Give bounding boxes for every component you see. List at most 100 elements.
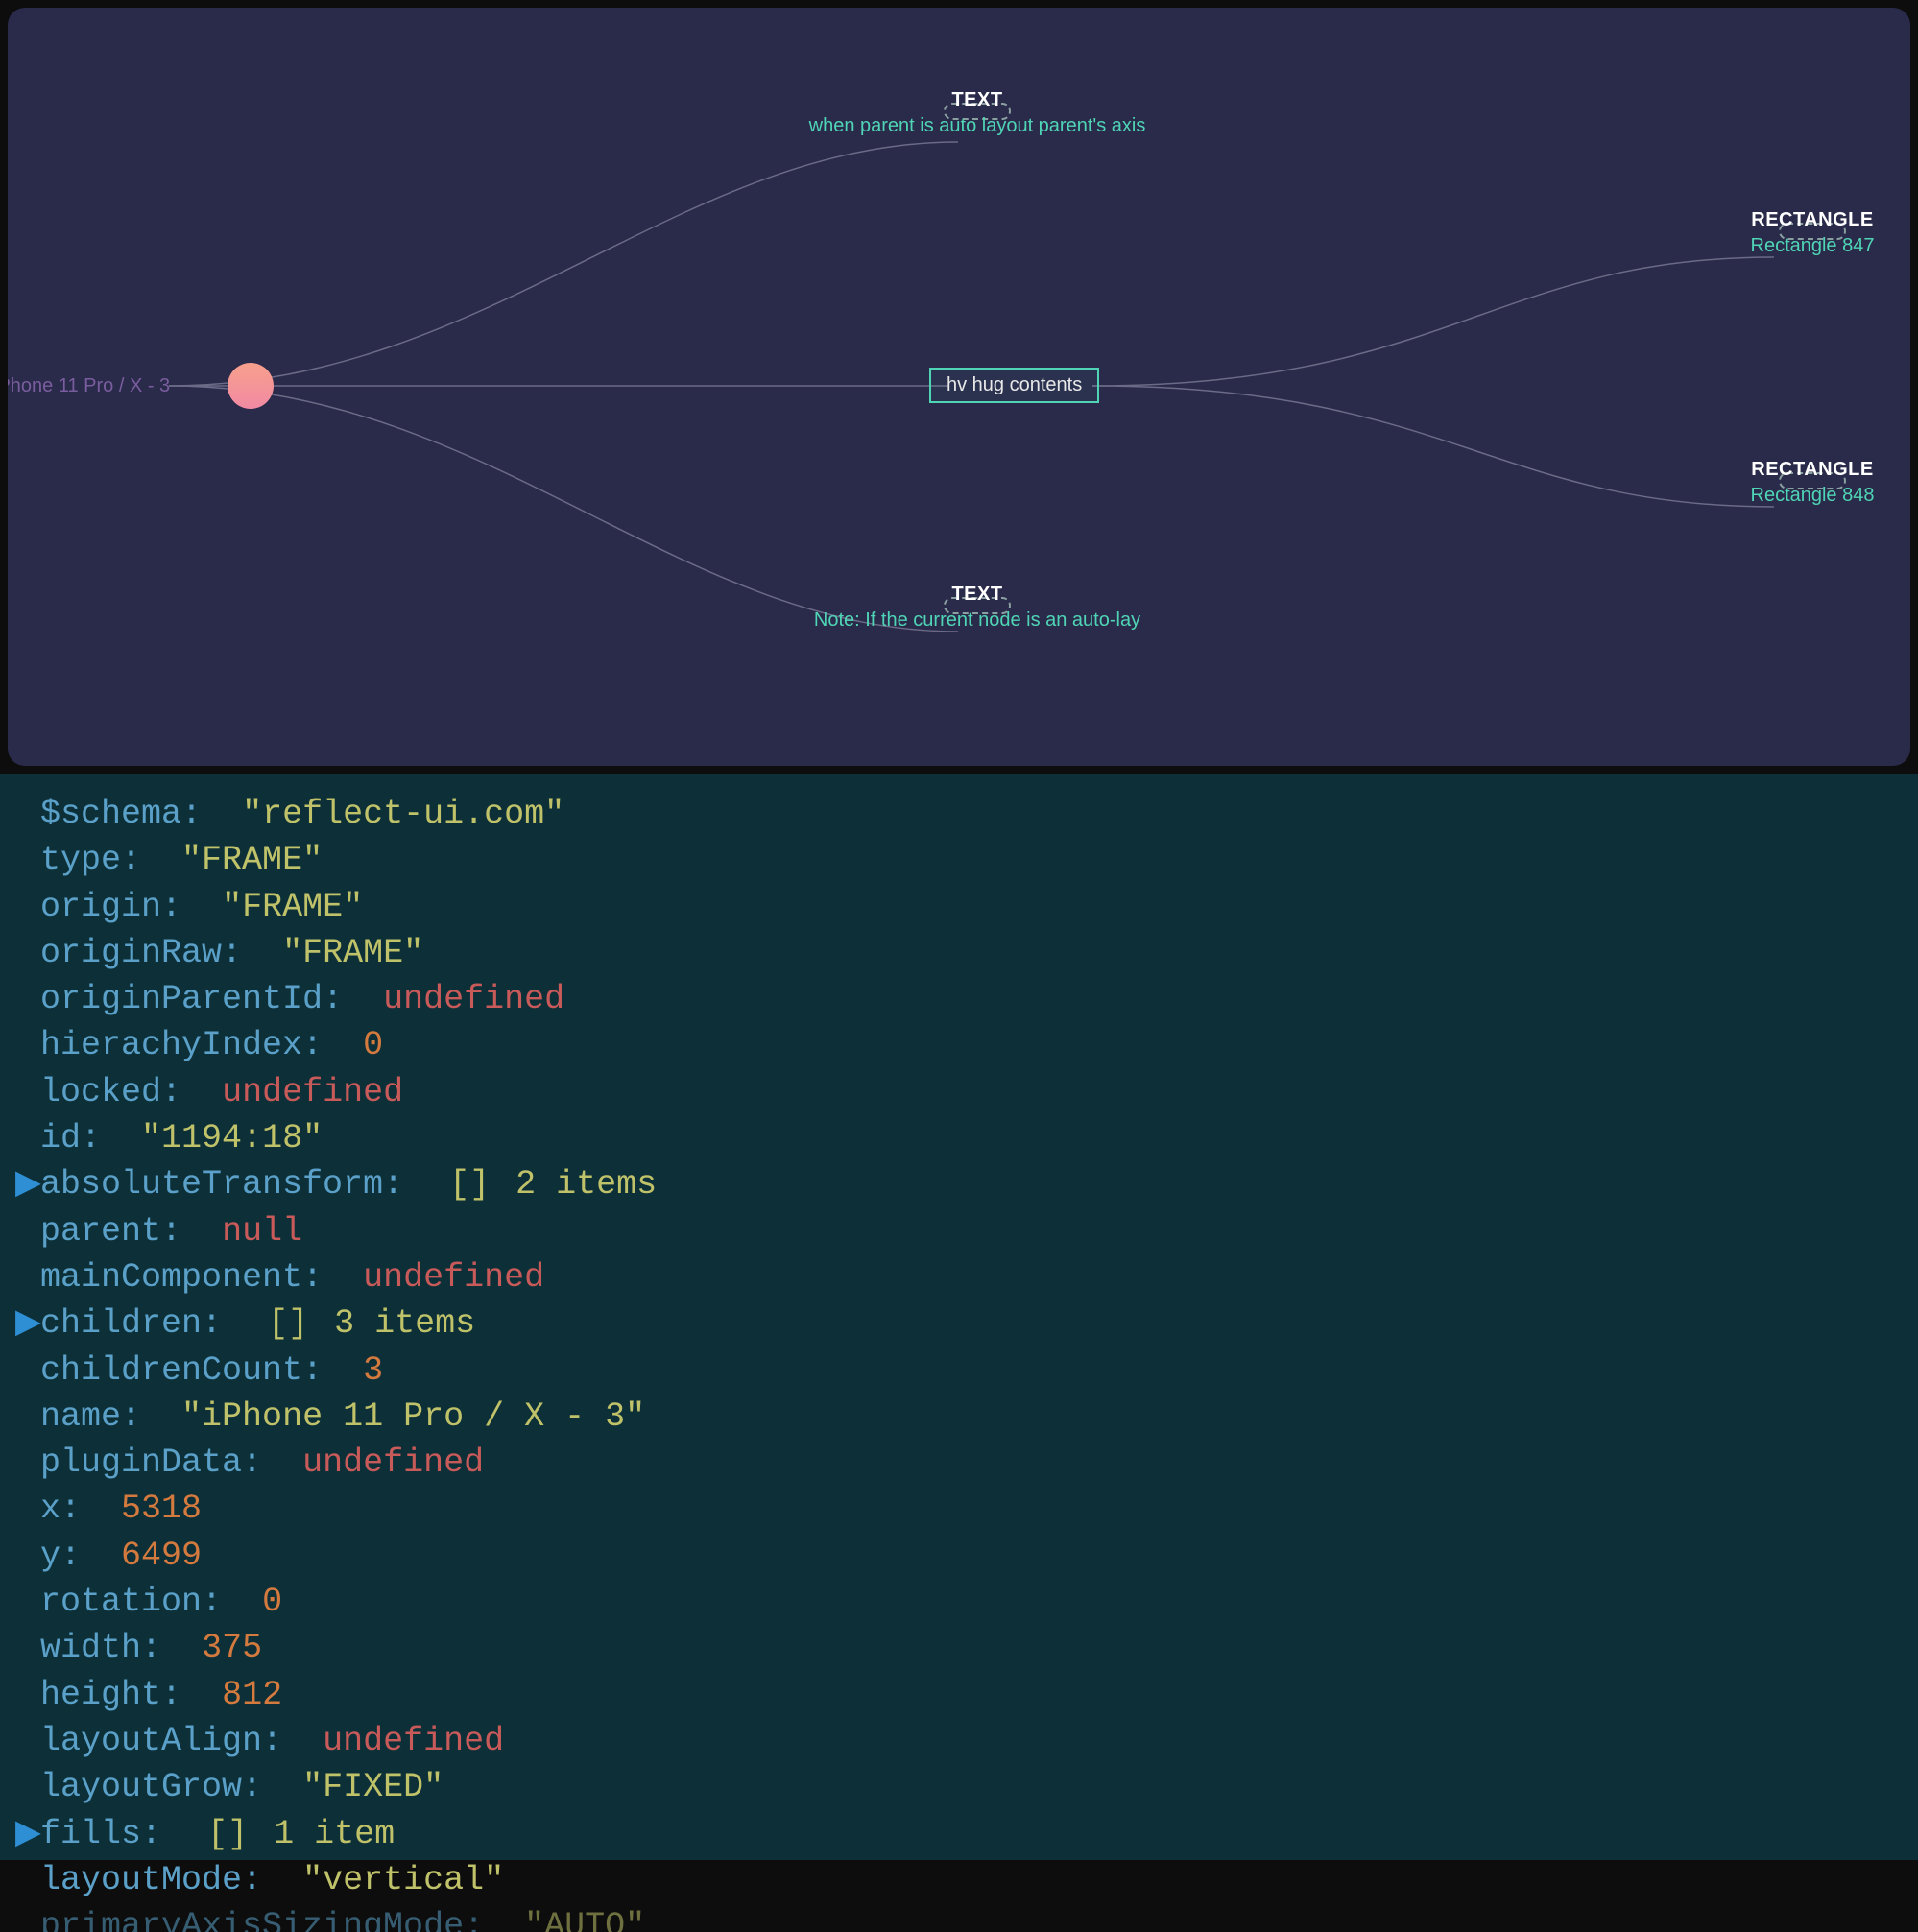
inspector-row[interactable]: ▶children: [] 3 items [15,1300,1903,1347]
inspector-row[interactable]: height: 812 [15,1672,1903,1718]
prop-value: "iPhone 11 Pro / X - 3" [181,1397,645,1436]
colon: : [383,1165,403,1204]
inspector-row[interactable]: layoutMode: "vertical" [15,1857,1903,1903]
graph-node-rect2[interactable]: RECTANGLE Rectangle 848 [1707,459,1910,491]
prop-value: 3 [363,1351,383,1390]
inspector-row[interactable]: hierachyIndex: 0 [15,1022,1903,1068]
bracket-icon: [] [449,1165,490,1204]
graph-node-rect1[interactable]: RECTANGLE Rectangle 847 [1707,209,1910,242]
prop-key: parent [40,1212,161,1251]
prop-meta: 3 items [334,1304,475,1343]
prop-key: height [40,1676,161,1714]
prop-value: "FRAME" [282,934,423,972]
prop-value: 0 [262,1583,282,1621]
inspector-row[interactable]: childrenCount: 3 [15,1348,1903,1394]
prop-key: absoluteTransform [40,1165,383,1204]
prop-key: originParentId [40,980,323,1018]
inspector-row[interactable]: primaryAxisSizingMode: "AUTO" [15,1903,1903,1932]
prop-meta: 2 items [515,1165,657,1204]
node-type: RECTANGLE [1707,459,1910,481]
colon: : [262,1722,282,1760]
prop-key: fills [40,1815,141,1853]
colon: : [141,1815,161,1853]
prop-key: origin [40,888,161,926]
prop-value: 0 [363,1026,383,1064]
prop-value: "vertical" [302,1861,504,1899]
inspector-row[interactable]: x: 5318 [15,1486,1903,1532]
prop-key: primaryAxisSizingMode [40,1907,464,1932]
inspector-row[interactable]: pluginData: undefined [15,1440,1903,1486]
inspector-row[interactable]: parent: null [15,1208,1903,1254]
prop-key: childrenCount [40,1351,302,1390]
colon: : [202,1583,222,1621]
inspector-row[interactable]: layoutAlign: undefined [15,1718,1903,1764]
node-label: Rectangle 847 [1707,235,1910,257]
colon: : [60,1490,81,1528]
prop-value: undefined [323,1722,504,1760]
colon: : [242,1768,262,1806]
colon: : [302,1351,323,1390]
graph-center-node[interactable]: hv hug contents [929,368,1099,403]
colon: : [161,1073,181,1111]
prop-value: "FRAME" [181,841,323,879]
node-type: TEXT [680,89,1275,111]
prop-key: hierachyIndex [40,1026,302,1064]
caret-icon[interactable]: ▶ [15,1300,40,1347]
inspector-row[interactable]: type: "FRAME" [15,837,1903,883]
colon: : [464,1907,484,1932]
prop-value: "FIXED" [302,1768,444,1806]
node-label: Rectangle 848 [1707,485,1910,507]
prop-value: undefined [383,980,564,1018]
prop-key: name [40,1397,121,1436]
colon: : [81,1119,101,1157]
inspector-row[interactable]: originRaw: "FRAME" [15,930,1903,976]
prop-key: x [40,1490,60,1528]
prop-value: 5318 [121,1490,202,1528]
inspector-row[interactable]: mainComponent: undefined [15,1254,1903,1300]
graph-panel[interactable]: iPhone 11 Pro / X - 3 hv hug contents TE… [8,8,1910,766]
graph-node-text1[interactable]: TEXT when parent is auto layout parent's… [680,89,1275,122]
inspector-panel[interactable]: $schema: "reflect-ui.com"type: "FRAME"or… [0,774,1918,1860]
prop-key: layoutGrow [40,1768,242,1806]
colon: : [121,1397,141,1436]
prop-key: layoutMode [40,1861,242,1899]
prop-value: undefined [222,1073,403,1111]
caret-icon[interactable]: ▶ [15,1161,40,1207]
prop-key: rotation [40,1583,202,1621]
prop-meta: 1 item [274,1815,395,1853]
prop-key: layoutAlign [40,1722,262,1760]
prop-key: $schema [40,795,181,833]
prop-key: children [40,1304,202,1343]
inspector-row[interactable]: width: 375 [15,1625,1903,1671]
graph-root-node[interactable]: iPhone 11 Pro / X - 3 [70,363,274,409]
colon: : [302,1026,323,1064]
prop-key: y [40,1537,60,1575]
inspector-row[interactable]: ▶absoluteTransform: [] 2 items [15,1161,1903,1207]
graph-node-text2[interactable]: TEXT Note: If the current node is an aut… [680,584,1275,616]
inspector-row[interactable]: locked: undefined [15,1069,1903,1115]
colon: : [181,795,202,833]
inspector-row[interactable]: origin: "FRAME" [15,884,1903,930]
colon: : [222,934,242,972]
inspector-row[interactable]: layoutGrow: "FIXED" [15,1764,1903,1810]
colon: : [323,980,343,1018]
caret-icon[interactable]: ▶ [15,1811,40,1857]
inspector-row[interactable]: originParentId: undefined [15,976,1903,1022]
inspector-row[interactable]: y: 6499 [15,1533,1903,1579]
inspector-row[interactable]: id: "1194:18" [15,1115,1903,1161]
inspector-row[interactable]: ▶fills: [] 1 item [15,1811,1903,1857]
bracket-icon: [] [207,1815,248,1853]
prop-value: 812 [222,1676,282,1714]
colon: : [60,1537,81,1575]
node-label: when parent is auto layout parent's axis [680,115,1275,137]
inspector-row[interactable]: $schema: "reflect-ui.com" [15,791,1903,837]
prop-value: "AUTO" [524,1907,645,1932]
graph-center-label: hv hug contents [929,368,1099,403]
prop-value: 375 [202,1629,262,1667]
colon: : [161,888,181,926]
inspector-row[interactable]: rotation: 0 [15,1579,1903,1625]
colon: : [121,841,141,879]
prop-value: 6499 [121,1537,202,1575]
colon: : [141,1629,161,1667]
inspector-row[interactable]: name: "iPhone 11 Pro / X - 3" [15,1394,1903,1440]
